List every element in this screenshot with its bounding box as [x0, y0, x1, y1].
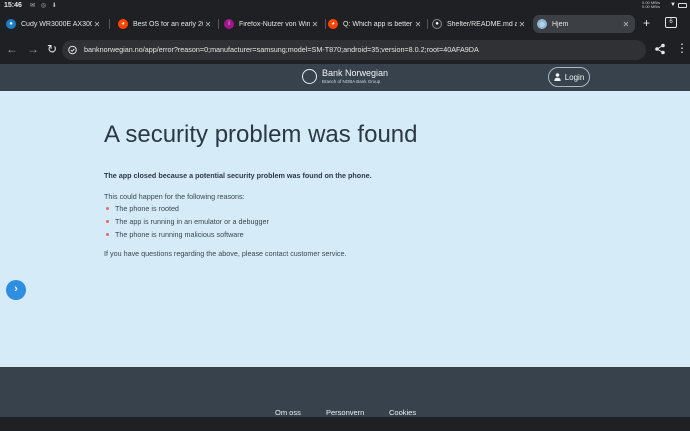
browser-toolbar: ← → ↻ banknorwegian.no/app/error?reason=… [0, 36, 690, 64]
close-icon[interactable]: ✕ [203, 20, 213, 29]
status-time: 15:46 [4, 2, 22, 9]
bank-icon: ◎ [537, 19, 547, 29]
back-arrow-icon[interactable]: ← [6, 43, 18, 55]
share-icon[interactable] [654, 43, 666, 55]
close-icon[interactable]: ✕ [92, 20, 102, 29]
tab-title: Firefox-Nutzer von Windows [239, 20, 310, 28]
github-icon: ● [432, 19, 442, 29]
tab-separator [325, 19, 326, 29]
reason-text: The app is running in an emulator or a d… [115, 217, 269, 226]
more-menu-icon[interactable]: ⋮ [676, 42, 688, 54]
tab-strip: ● Cudy WR3000E AX3000 ✕ ◕ Best OS for an… [0, 12, 690, 36]
tab-separator [427, 19, 428, 29]
close-icon[interactable]: ✕ [621, 20, 631, 29]
login-button[interactable]: Login [548, 67, 590, 87]
site-footer: Om oss Personvern Cookies [0, 367, 690, 417]
tab-title: Hjem [552, 20, 569, 28]
tab-reddit-app[interactable]: ◕ Q: Which app is better or ✕ [328, 15, 423, 33]
tab-title: Q: Which app is better or [343, 20, 413, 28]
url-text: banknorwegian.no/app/error?reason=0;manu… [84, 45, 479, 54]
tab-github[interactable]: ● Shelter/README.md at ✕ [432, 15, 527, 33]
new-tab-icon[interactable]: + [643, 17, 650, 29]
network-speed: 0.00 MB/s 0.00 MB/s [642, 1, 660, 9]
tab-cudy[interactable]: ● Cudy WR3000E AX3000 ✕ [6, 15, 102, 33]
forward-arrow-icon[interactable]: → [27, 43, 39, 55]
tab-title: Best OS for an early 2010 [133, 20, 203, 28]
tab-hjem[interactable]: ◎ Hjem ✕ [533, 15, 635, 33]
net-down: 0.00 MB/s [641, 4, 660, 9]
close-icon[interactable]: ✕ [413, 20, 423, 29]
cudy-icon: ● [6, 19, 16, 29]
reason-text: The phone is running malicious software [115, 230, 244, 239]
footer-link-cookies[interactable]: Cookies [389, 408, 416, 417]
list-item: The phone is rooted [106, 204, 179, 213]
close-icon[interactable]: ✕ [310, 20, 320, 29]
reason-text: The phone is rooted [115, 204, 179, 213]
error-content: A security problem was found The app clo… [0, 91, 690, 367]
tab-count-button[interactable]: 6 [665, 17, 677, 28]
footer-link-personvern[interactable]: Personvern [326, 408, 364, 417]
tab-separator [109, 19, 110, 29]
brand-subtitle: Branch of NOBA Bank Group [322, 79, 381, 84]
tab-title: Cudy WR3000E AX3000 [21, 20, 92, 28]
contact-note: If you have questions regarding the abov… [104, 249, 347, 258]
notification-icons: ✉ ◎ ⬇ [30, 3, 59, 9]
page-title: A security problem was found [104, 121, 418, 148]
tab-separator [218, 19, 219, 29]
site-info-icon[interactable] [68, 45, 77, 55]
tab-reddit-os[interactable]: ◕ Best OS for an early 2010 ✕ [118, 15, 213, 33]
wifi-icon: ▼ [670, 2, 676, 8]
error-lead: The app closed because a potential secur… [104, 171, 372, 180]
site-icon: i [224, 19, 234, 29]
reload-icon[interactable]: ↻ [47, 43, 57, 55]
reddit-icon: ◕ [118, 19, 128, 29]
bullet-icon [106, 220, 109, 223]
list-item: The phone is running malicious software [106, 230, 244, 239]
reddit-icon: ◕ [328, 19, 338, 29]
bank-logo[interactable]: Bank Norwegian Branch of NOBA Bank Group [302, 68, 392, 87]
reasons-intro: This could happen for the following reas… [104, 192, 245, 201]
system-nav-bar [0, 417, 690, 431]
logo-mark-icon [302, 69, 317, 84]
battery-icon [678, 3, 687, 8]
tab-firefox[interactable]: i Firefox-Nutzer von Windows ✕ [224, 15, 320, 33]
brand-name: Bank Norwegian [322, 68, 389, 78]
chevron-right-icon[interactable]: › [6, 280, 26, 300]
bullet-icon [106, 207, 109, 210]
site-header: Bank Norwegian Branch of NOBA Bank Group… [0, 64, 690, 91]
person-icon [554, 73, 561, 81]
tab-title: Shelter/README.md at [447, 20, 517, 28]
login-label: Login [564, 72, 585, 82]
status-bar: 15:46 ✉ ◎ ⬇ 0.00 MB/s 0.00 MB/s ▼ [0, 0, 690, 12]
bullet-icon [106, 233, 109, 236]
footer-link-om-oss[interactable]: Om oss [275, 408, 301, 417]
address-bar[interactable]: banknorwegian.no/app/error?reason=0;manu… [62, 40, 646, 60]
list-item: The app is running in an emulator or a d… [106, 217, 269, 226]
close-icon[interactable]: ✕ [517, 20, 527, 29]
screen: 15:46 ✉ ◎ ⬇ 0.00 MB/s 0.00 MB/s ▼ ● Cudy… [0, 0, 690, 431]
